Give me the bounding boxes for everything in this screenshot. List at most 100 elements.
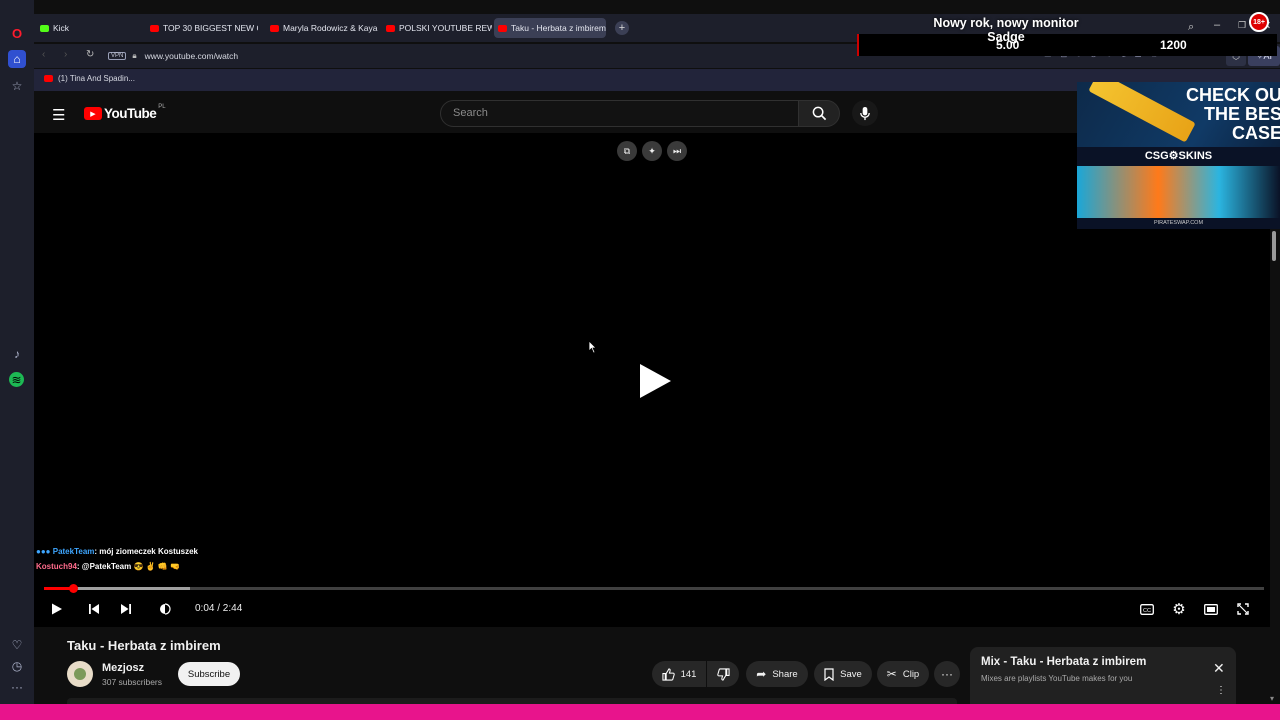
search-tabs-icon[interactable]: ⌕ xyxy=(1188,21,1194,34)
tab-label: Maryla Rodowicz & Kayah xyxy=(283,23,378,33)
more-horizontal-icon: ··· xyxy=(941,667,953,681)
youtube-favicon-icon xyxy=(386,24,395,32)
scissors-icon: ✂ xyxy=(886,667,897,681)
gear-icon: ⚙ xyxy=(1172,601,1186,618)
spotify-icon[interactable]: ≋ xyxy=(9,372,24,387)
url-field[interactable]: VPN 🔒︎ www.youtube.com/watch xyxy=(108,47,828,65)
progress-bar[interactable] xyxy=(44,587,1264,590)
fullscreen-button[interactable] xyxy=(1234,600,1252,618)
star-icon[interactable]: ☆ xyxy=(8,77,26,95)
scroll-down-icon[interactable]: ▾ xyxy=(1270,694,1274,703)
history-icon[interactable]: ◷ xyxy=(8,657,26,675)
youtube-favicon-icon xyxy=(44,75,53,82)
bookmark-icon xyxy=(824,667,834,681)
tab-maryla[interactable]: Maryla Rodowicz & Kayah xyxy=(266,18,378,38)
youtube-logo-text: YouTube xyxy=(104,106,157,121)
enhance-icon[interactable]: ✦ xyxy=(642,141,662,161)
restore-icon[interactable]: ❐ xyxy=(1238,20,1246,31)
theater-icon xyxy=(1204,603,1218,615)
bookmark-item[interactable]: (1) Tina And Spadin... xyxy=(58,74,135,83)
goal-current-value: 5.00 xyxy=(996,38,1020,52)
tab-top30[interactable]: TOP 30 BIGGEST NEW Gar xyxy=(146,18,258,38)
miniplayer-icon[interactable]: ⧉ xyxy=(617,141,637,161)
big-play-button[interactable] xyxy=(637,362,673,405)
dislike-button[interactable] xyxy=(707,661,739,687)
skip-icon[interactable]: ⏭ xyxy=(667,141,687,161)
next-icon xyxy=(121,604,131,614)
clip-label: Clip xyxy=(902,668,920,680)
channel-name[interactable]: Mezjosz xyxy=(102,662,144,674)
hamburger-menu-icon[interactable]: ☰ xyxy=(52,106,65,124)
goal-bar-fill xyxy=(857,34,859,56)
tab-rewind[interactable]: POLSKI YOUTUBE REWIND xyxy=(382,18,492,38)
play-button[interactable] xyxy=(48,600,66,618)
thumbs-down-icon xyxy=(716,667,730,681)
share-button[interactable]: ➦ Share xyxy=(746,661,808,687)
captions-button[interactable]: CC xyxy=(1138,600,1156,618)
youtube-favicon-icon xyxy=(150,24,159,32)
search-input[interactable]: Search xyxy=(440,100,799,127)
youtube-favicon-icon xyxy=(270,24,279,32)
region-code: PL xyxy=(158,103,166,110)
heart-icon[interactable]: ♡ xyxy=(8,636,26,654)
like-count: 141 xyxy=(680,668,697,680)
tab-taku-active[interactable]: Taku - Herbata z imbirem xyxy=(494,18,606,38)
ad-banner[interactable]: CHECK OU THE BES CASE CSG⚙SKINS PIRATESW… xyxy=(1077,82,1280,229)
more-actions-button[interactable]: ··· xyxy=(934,661,960,687)
search-icon xyxy=(812,106,826,121)
scrollbar-thumb[interactable] xyxy=(1272,231,1276,261)
minimize-icon[interactable]: – xyxy=(1214,19,1220,31)
mix-title[interactable]: Mix - Taku - Herbata z imbirem xyxy=(981,656,1146,668)
home-icon[interactable]: ⌂ xyxy=(8,50,26,68)
voice-search-button[interactable] xyxy=(852,100,878,126)
subscribe-button[interactable]: Subscribe xyxy=(178,662,240,686)
time-display: 0:04 / 2:44 xyxy=(195,603,243,614)
like-button[interactable]: 141 xyxy=(652,661,706,687)
microphone-icon xyxy=(860,106,870,120)
forward-icon[interactable]: › xyxy=(64,49,67,60)
search-button[interactable] xyxy=(798,100,840,127)
ad-footer: PIRATESWAP.COM xyxy=(1153,220,1204,226)
channel-avatar[interactable] xyxy=(67,661,93,687)
tiktok-icon[interactable]: ♪ xyxy=(8,345,26,363)
video-title: Taku - Herbata z imbirem xyxy=(67,638,221,653)
play-icon xyxy=(52,603,62,615)
reload-icon[interactable]: ↻ xyxy=(86,49,94,60)
gun-image xyxy=(1077,166,1280,218)
share-label: Share xyxy=(772,668,798,680)
save-button[interactable]: Save xyxy=(814,661,872,687)
chat-badges-icon: ●●● xyxy=(36,547,51,556)
captions-icon: CC xyxy=(1140,603,1154,615)
chat-username[interactable]: PatekTeam xyxy=(53,547,95,556)
mouse-cursor-icon xyxy=(588,340,597,359)
tab-kick[interactable]: Kick xyxy=(36,18,136,38)
chat-text: : mój ziomeczek Kostuszek xyxy=(94,547,198,556)
next-button[interactable] xyxy=(117,600,135,618)
vpn-badge[interactable]: VPN xyxy=(108,52,127,60)
ad-brand: CSG⚙SKINS xyxy=(1077,147,1280,166)
new-tab-icon[interactable]: + xyxy=(615,21,629,35)
mix-subtitle: Mixes are playlists YouTube makes for yo… xyxy=(981,674,1133,683)
previous-button[interactable] xyxy=(85,600,103,618)
more-icon[interactable]: ··· xyxy=(8,678,26,696)
kebab-menu-icon[interactable]: ⋮ xyxy=(1216,686,1226,696)
lock-icon: 🔒︎ xyxy=(132,51,137,60)
goal-target-value: 1200 xyxy=(1160,38,1187,52)
clip-button[interactable]: ✂ Clip xyxy=(877,661,929,687)
volume-button[interactable] xyxy=(156,600,174,618)
url-text: www.youtube.com/watch xyxy=(144,51,239,61)
youtube-favicon-icon xyxy=(498,24,507,32)
settings-button[interactable]: ⚙ xyxy=(1170,600,1188,618)
chat-username[interactable]: Kostuch94 xyxy=(36,562,77,571)
ad-line: CASE xyxy=(1231,123,1280,143)
theater-mode-button[interactable] xyxy=(1202,600,1220,618)
opera-logo-icon[interactable]: O xyxy=(8,24,26,42)
back-icon[interactable]: ‹ xyxy=(42,49,45,60)
age-badge: 18+ xyxy=(1249,12,1269,32)
youtube-logo[interactable]: ▶ YouTube PL xyxy=(84,103,166,121)
thumbs-up-icon xyxy=(661,667,675,681)
chat-text: : @PatekTeam 😎 ✌ 👊 🤜 xyxy=(76,562,180,571)
volume-icon xyxy=(160,603,171,615)
close-icon[interactable]: ✕ xyxy=(1213,660,1225,677)
fullscreen-icon xyxy=(1237,603,1249,615)
